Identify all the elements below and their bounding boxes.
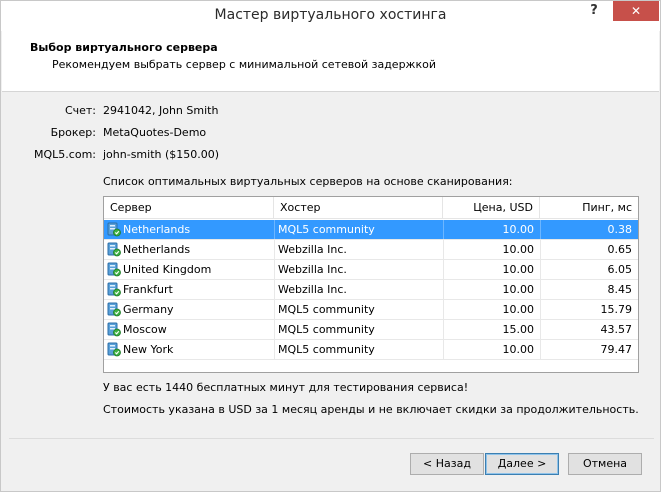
wizard-header: Выбор виртуального сервера Рекомендуем в… (2, 31, 659, 92)
ping-cell: 43.57 (600, 323, 633, 336)
column-divider (443, 240, 444, 259)
title-bar: Мастер виртуального хостинга ? ✕ (1, 1, 660, 31)
step-subtitle: Рекомендуем выбрать сервер с минимальной… (52, 58, 436, 71)
cancel-button[interactable]: Отмена (568, 453, 642, 475)
table-row[interactable]: New York MQL5 community 10.00 79.47 (104, 340, 638, 360)
hoster-cell: MQL5 community (278, 343, 375, 356)
column-divider (443, 300, 444, 319)
server-table: Сервер Хостер Цена, USD Пинг, мс Netherl… (103, 196, 639, 373)
server-icon (107, 262, 121, 277)
table-header: Сервер Хостер Цена, USD Пинг, мс (104, 197, 638, 219)
server-icon (107, 342, 121, 357)
column-divider (540, 240, 541, 259)
wizard-window: Мастер виртуального хостинга ? ✕ Выбор в… (0, 0, 661, 492)
column-divider (540, 320, 541, 339)
column-divider (274, 220, 275, 239)
column-divider (540, 260, 541, 279)
help-button[interactable]: ? (581, 1, 607, 21)
column-divider (443, 220, 444, 239)
table-row[interactable]: Netherlands MQL5 community 10.00 0.38 (104, 220, 638, 240)
table-row[interactable]: United Kingdom Webzilla Inc. 10.00 6.05 (104, 260, 638, 280)
price-cell: 10.00 (502, 283, 535, 296)
column-divider (540, 280, 541, 299)
column-divider (274, 260, 275, 279)
server-name-cell: United Kingdom (123, 263, 212, 276)
table-row[interactable]: Netherlands Webzilla Inc. 10.00 0.65 (104, 240, 638, 260)
price-cell: 10.00 (502, 303, 535, 316)
server-name-cell: Netherlands (123, 223, 191, 236)
mql5-label: MQL5.com: (34, 148, 96, 161)
column-divider (274, 240, 275, 259)
close-button[interactable]: ✕ (613, 1, 659, 21)
price-cell: 10.00 (502, 343, 535, 356)
table-row[interactable]: Frankfurt Webzilla Inc. 10.00 8.45 (104, 280, 638, 300)
server-list-caption: Список оптимальных виртуальных серверов … (103, 175, 513, 188)
hoster-cell: MQL5 community (278, 303, 375, 316)
mql5-value: john-smith ($150.00) (103, 148, 220, 161)
footer-divider (9, 438, 654, 439)
column-divider (443, 280, 444, 299)
server-name-cell: Germany (123, 303, 174, 316)
window-title: Мастер виртуального хостинга (214, 7, 447, 23)
server-icon (107, 302, 121, 317)
price-cell: 10.00 (502, 263, 535, 276)
column-divider (540, 220, 541, 239)
server-icon (107, 282, 121, 297)
hoster-cell: Webzilla Inc. (278, 263, 347, 276)
column-divider (274, 300, 275, 319)
ping-cell: 0.38 (607, 223, 633, 236)
price-cell: 10.00 (502, 223, 535, 236)
table-row[interactable]: Germany MQL5 community 10.00 15.79 (104, 300, 638, 320)
column-divider (443, 260, 444, 279)
column-divider (443, 320, 444, 339)
column-divider (274, 280, 275, 299)
server-name-cell: Frankfurt (123, 283, 173, 296)
hoster-cell: MQL5 community (278, 223, 375, 236)
hoster-cell: MQL5 community (278, 323, 375, 336)
column-divider (540, 340, 541, 359)
column-header-hoster[interactable]: Хостер (274, 197, 443, 219)
ping-cell: 79.47 (600, 343, 633, 356)
back-button[interactable]: < Назад (410, 453, 484, 475)
column-divider (540, 300, 541, 319)
account-value: 2941042, John Smith (103, 104, 219, 117)
ping-cell: 8.45 (607, 283, 633, 296)
server-icon (107, 242, 121, 257)
ping-cell: 6.05 (607, 263, 633, 276)
table-row[interactable]: Moscow MQL5 community 15.00 43.57 (104, 320, 638, 340)
server-icon (107, 222, 121, 237)
server-name-cell: Moscow (123, 323, 167, 336)
ping-cell: 0.65 (607, 243, 633, 256)
hoster-cell: Webzilla Inc. (278, 243, 347, 256)
price-cell: 10.00 (502, 243, 535, 256)
broker-value: MetaQuotes-Demo (103, 126, 207, 139)
account-label: Счет: (64, 104, 96, 117)
broker-label: Брокер: (50, 126, 96, 139)
ping-cell: 15.79 (600, 303, 633, 316)
column-header-server[interactable]: Сервер (104, 197, 274, 219)
column-divider (274, 320, 275, 339)
column-header-price[interactable]: Цена, USD (443, 197, 540, 219)
server-name-cell: Netherlands (123, 243, 191, 256)
hoster-cell: Webzilla Inc. (278, 283, 347, 296)
next-button[interactable]: Далее > (485, 453, 559, 475)
free-minutes-note: У вас есть 1440 бесплатных минут для тес… (103, 381, 469, 394)
step-title: Выбор виртуального сервера (30, 41, 218, 54)
server-name-cell: New York (123, 343, 174, 356)
server-icon (107, 322, 121, 337)
column-header-ping[interactable]: Пинг, мс (540, 197, 638, 219)
price-note: Стоимость указана в USD за 1 месяц аренд… (103, 403, 639, 416)
column-divider (274, 340, 275, 359)
column-divider (443, 340, 444, 359)
price-cell: 15.00 (502, 323, 535, 336)
